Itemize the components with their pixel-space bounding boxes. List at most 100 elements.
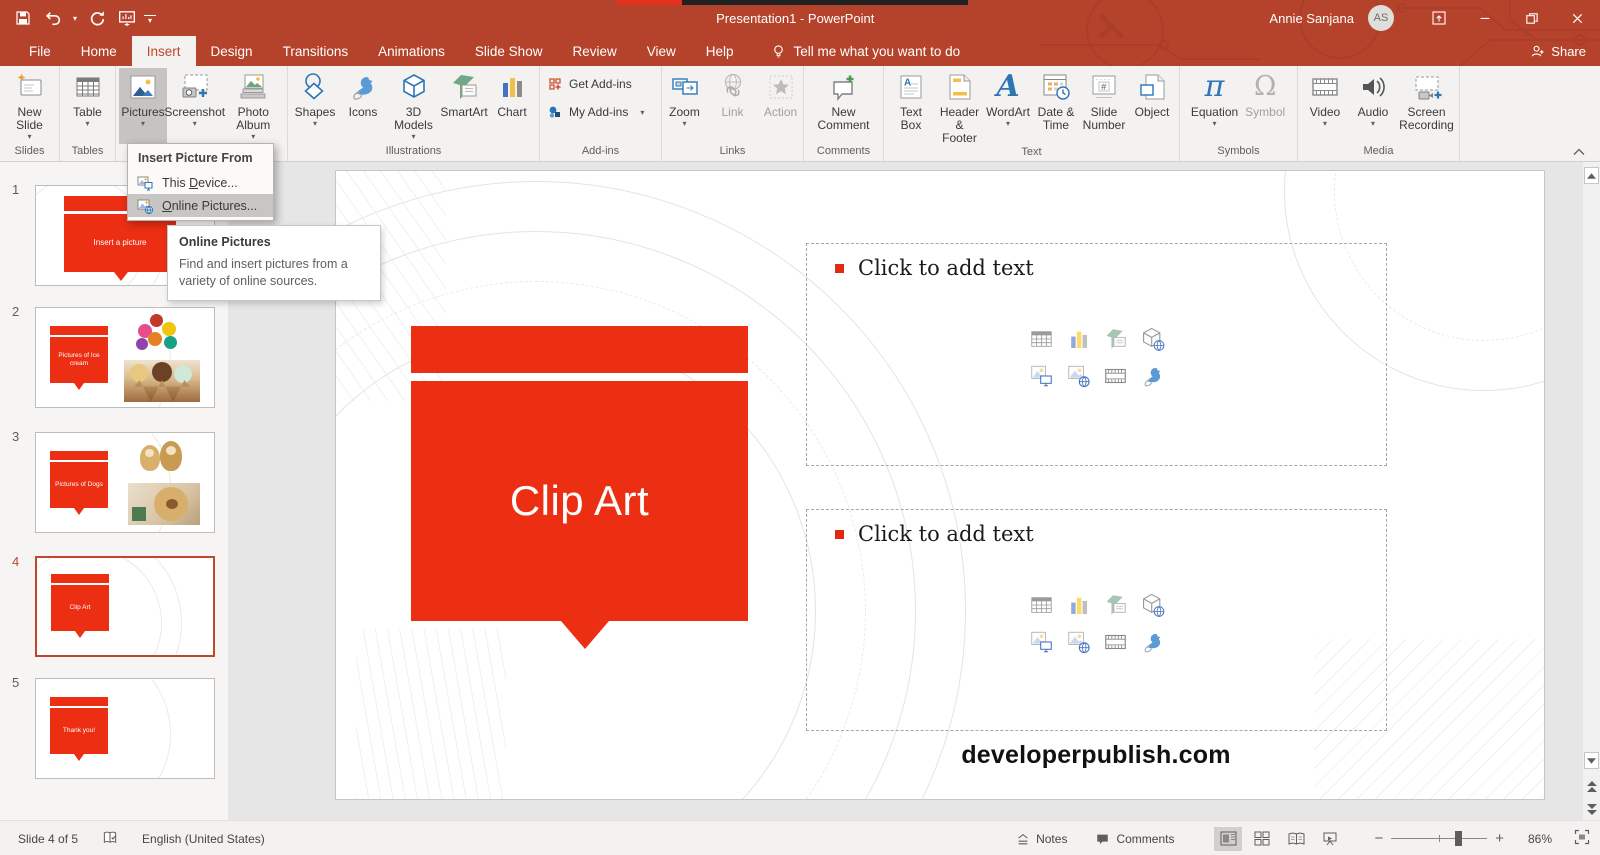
- avatar[interactable]: AS: [1368, 5, 1394, 31]
- new-comment-button[interactable]: New Comment: [813, 68, 875, 144]
- insert-3d-model-icon[interactable]: [1139, 592, 1165, 618]
- equation-button[interactable]: π Equation ▾: [1188, 68, 1241, 144]
- spell-check-status-button[interactable]: [102, 830, 118, 848]
- pictures-button[interactable]: Pictures ▾: [119, 68, 167, 144]
- insert-3d-model-icon[interactable]: [1139, 326, 1165, 352]
- table-button[interactable]: Table ▾: [64, 68, 112, 144]
- tab-file[interactable]: File: [14, 36, 66, 66]
- insert-icons-icon[interactable]: [1139, 629, 1165, 655]
- thumbnail-slide-2[interactable]: Pictures of Ice cream: [35, 307, 215, 408]
- slide-number-button[interactable]: # Slide Number: [1080, 68, 1128, 145]
- share-button[interactable]: Share: [1530, 36, 1586, 66]
- insert-online-picture-icon[interactable]: [1065, 629, 1091, 655]
- start-from-beginning-button[interactable]: [114, 5, 140, 31]
- zoom-in-button[interactable]: +: [1495, 830, 1504, 847]
- collapse-ribbon-button[interactable]: [1568, 144, 1590, 160]
- tab-transitions[interactable]: Transitions: [268, 36, 364, 66]
- tab-view[interactable]: View: [632, 36, 691, 66]
- text-box-button[interactable]: A Text Box: [887, 68, 935, 145]
- restore-button[interactable]: [1508, 0, 1554, 36]
- close-button[interactable]: [1554, 0, 1600, 36]
- menu-item-this-device[interactable]: This Device...: [128, 171, 273, 194]
- screen-recording-button[interactable]: Screen Recording: [1397, 68, 1456, 144]
- language-button[interactable]: English (United States): [142, 832, 265, 846]
- thumbnail-slide-4-selected[interactable]: Clip Art: [35, 556, 215, 657]
- insert-icons-icon[interactable]: [1139, 363, 1165, 389]
- insert-video-icon[interactable]: [1102, 629, 1128, 655]
- minimize-button[interactable]: [1462, 0, 1508, 36]
- undo-dropdown-caret-icon[interactable]: ▾: [70, 5, 80, 31]
- tab-home[interactable]: Home: [66, 36, 132, 66]
- insert-smartart-icon[interactable]: [1102, 326, 1128, 352]
- tab-slide-show[interactable]: Slide Show: [460, 36, 558, 66]
- photo-album-button[interactable]: Photo Album ▾: [223, 68, 285, 144]
- ribbon-display-options-button[interactable]: [1416, 0, 1462, 36]
- comments-toggle-button[interactable]: Comments: [1095, 832, 1174, 846]
- slide-footer-textbox[interactable]: developerpublish.com: [936, 741, 1256, 770]
- tab-review[interactable]: Review: [557, 36, 631, 66]
- save-button[interactable]: [10, 5, 36, 31]
- clipart-bubble-body[interactable]: Clip Art: [411, 381, 748, 621]
- slide-sorter-view-button[interactable]: [1248, 827, 1276, 851]
- zoom-button[interactable]: Zoom ▾: [661, 68, 709, 144]
- undo-button[interactable]: [40, 5, 66, 31]
- scroll-up-button[interactable]: [1584, 167, 1599, 184]
- fit-slide-to-window-button[interactable]: [1574, 829, 1590, 848]
- next-slide-button[interactable]: [1584, 800, 1599, 817]
- insert-picture-icon[interactable]: [1028, 363, 1054, 389]
- insert-picture-icon[interactable]: [1028, 629, 1054, 655]
- zoom-slider-thumb[interactable]: [1455, 831, 1463, 846]
- audio-button[interactable]: Audio ▾: [1349, 68, 1397, 144]
- reading-view-button[interactable]: [1282, 827, 1310, 851]
- insert-chart-icon[interactable]: [1065, 326, 1091, 352]
- header-footer-button[interactable]: Header & Footer: [935, 68, 984, 145]
- slide-counter: Slide 4 of 5: [18, 831, 79, 846]
- object-button[interactable]: Object: [1128, 68, 1176, 145]
- insert-table-icon[interactable]: [1028, 592, 1054, 618]
- tab-design[interactable]: Design: [196, 36, 268, 66]
- tab-help[interactable]: Help: [691, 36, 749, 66]
- previous-slide-button[interactable]: [1584, 778, 1599, 795]
- notes-toggle-button[interactable]: Notes: [1016, 832, 1067, 846]
- menu-item-online-pictures[interactable]: Online Pictures...: [128, 194, 273, 217]
- normal-view-button[interactable]: [1214, 826, 1243, 851]
- clipart-bubble-strip[interactable]: [411, 326, 748, 373]
- tab-insert[interactable]: Insert: [131, 36, 196, 66]
- group-label-links: Links: [719, 145, 746, 157]
- 3d-models-button[interactable]: 3D Models ▾: [387, 68, 440, 144]
- chart-button[interactable]: Chart: [488, 68, 536, 144]
- zoom-out-button[interactable]: −: [1374, 830, 1383, 847]
- insert-chart-icon[interactable]: [1065, 592, 1091, 618]
- thumbnail-slide-5[interactable]: Thank you!: [35, 678, 215, 779]
- tab-animations[interactable]: Animations: [363, 36, 460, 66]
- insert-online-picture-icon[interactable]: [1065, 363, 1091, 389]
- canvas-vertical-scrollbar[interactable]: [1583, 162, 1600, 820]
- slide-show-view-button[interactable]: [1316, 827, 1344, 851]
- insert-table-icon[interactable]: [1028, 326, 1054, 352]
- tell-me-box[interactable]: Tell me what you want to do: [771, 36, 960, 66]
- insert-video-icon[interactable]: [1102, 363, 1128, 389]
- signed-in-user[interactable]: Annie Sanjana: [1269, 11, 1354, 26]
- redo-button[interactable]: [84, 5, 110, 31]
- insert-smartart-icon[interactable]: [1102, 592, 1128, 618]
- wordart-button[interactable]: A WordArt ▾: [984, 68, 1032, 145]
- screenshot-button[interactable]: Screenshot ▾: [164, 68, 225, 144]
- new-slide-button[interactable]: New Slide ▾: [3, 68, 56, 144]
- date-time-button[interactable]: Date & Time: [1032, 68, 1080, 145]
- icons-button[interactable]: Icons: [339, 68, 387, 144]
- photo-album-icon: [236, 70, 270, 104]
- zoom-percentage[interactable]: 86%: [1518, 832, 1552, 846]
- my-addins-button[interactable]: My Add-ins ▾: [543, 102, 658, 122]
- smartart-button[interactable]: SmartArt: [440, 68, 488, 144]
- get-addins-button[interactable]: Get Add-ins: [543, 74, 658, 94]
- customize-quick-access-caret-icon[interactable]: ▾: [144, 15, 156, 25]
- slide-4-editor[interactable]: Clip Art Click to add text Click to add …: [335, 170, 1545, 800]
- video-button[interactable]: Video ▾: [1301, 68, 1349, 144]
- content-placeholder-bottom[interactable]: Click to add text: [806, 509, 1387, 731]
- thumbnail-slide-3[interactable]: Pictures of Dogs: [35, 432, 215, 533]
- zoom-slider[interactable]: [1391, 831, 1488, 846]
- scroll-down-button[interactable]: [1584, 752, 1599, 769]
- group-label-addins: Add-ins: [581, 145, 620, 157]
- content-placeholder-top[interactable]: Click to add text: [806, 243, 1387, 466]
- shapes-button[interactable]: Shapes ▾: [291, 68, 339, 144]
